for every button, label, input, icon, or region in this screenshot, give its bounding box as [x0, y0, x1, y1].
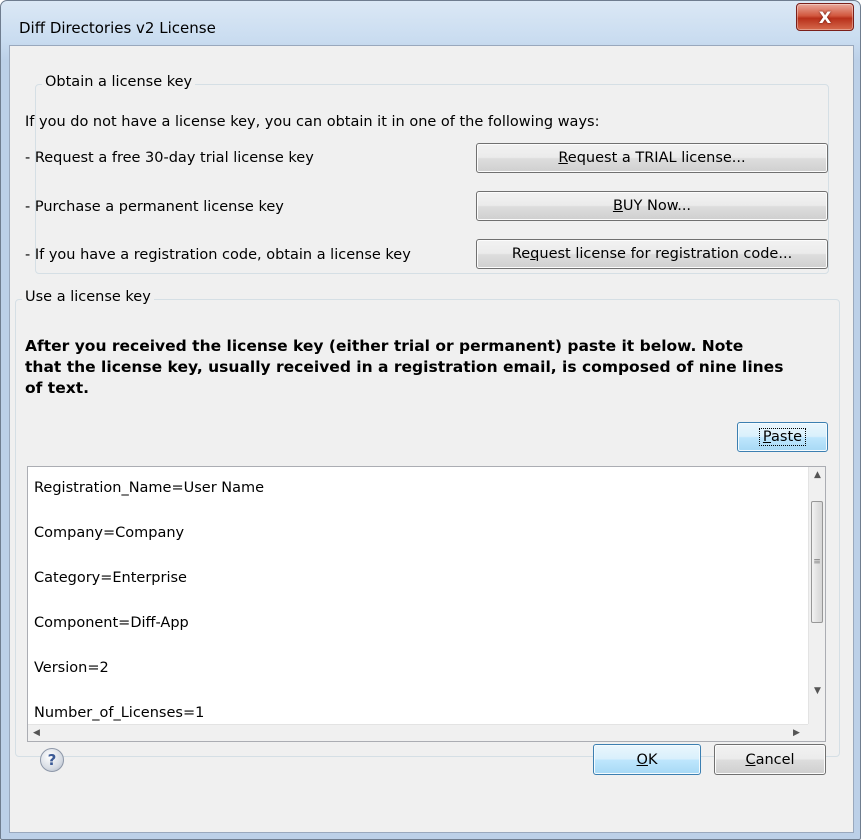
close-icon: X — [818, 7, 832, 27]
ok-button[interactable]: OK — [593, 744, 701, 775]
window-title: Diff Directories v2 License — [19, 19, 216, 37]
trial-option-label: - Request a free 30-day trial license ke… — [25, 150, 314, 166]
obtain-intro-text: If you do not have a license key, you ca… — [25, 114, 600, 130]
request-trial-license-button[interactable]: Request a TRIAL license... — [476, 143, 828, 173]
scroll-right-arrow-icon[interactable]: ▶ — [788, 725, 805, 741]
license-line: Company=Company — [34, 525, 185, 541]
license-instructions-line-1: After you received the license key (eith… — [25, 337, 744, 355]
request-trial-button-label: Request a TRIAL license... — [558, 150, 746, 166]
license-dialog-window: Diff Directories v2 License X Obtain a l… — [0, 0, 861, 840]
request-license-for-registration-code-button[interactable]: Request license for registration code... — [476, 239, 828, 269]
registration-option-label: - If you have a registration code, obtai… — [25, 247, 411, 263]
registration-code-button-label: Request license for registration code... — [511, 246, 793, 262]
license-instructions-line-3: of text. — [25, 379, 90, 397]
purchase-option-label: - Purchase a permanent license key — [25, 199, 284, 215]
scrollbar-corner — [808, 724, 825, 741]
vertical-scrollbar[interactable]: ▲ ≡ ▼ — [808, 467, 825, 725]
scroll-down-arrow-icon[interactable]: ▼ — [809, 683, 825, 700]
buy-now-button-label: BUY Now... — [612, 198, 692, 214]
paste-button-label: Paste — [758, 428, 807, 446]
license-line: Registration_Name=User Name — [34, 480, 265, 496]
cancel-button[interactable]: Cancel — [714, 744, 826, 775]
scroll-left-arrow-icon[interactable]: ◀ — [28, 725, 45, 741]
dialog-client-area: Obtain a license key If you do not have … — [9, 45, 854, 833]
license-key-textarea[interactable]: Registration_Name=User Name Company=Comp… — [27, 466, 826, 742]
vertical-scroll-thumb[interactable]: ≡ — [811, 501, 823, 623]
paste-button[interactable]: Paste — [737, 422, 828, 452]
ok-button-label: OK — [636, 751, 658, 768]
help-icon[interactable]: ? — [40, 748, 64, 772]
cancel-button-label: Cancel — [745, 751, 795, 768]
use-license-legend: Use a license key — [22, 289, 154, 305]
scroll-up-arrow-icon[interactable]: ▲ — [809, 467, 825, 484]
license-line: Category=Enterprise — [34, 570, 187, 586]
license-instructions-line-2: that the license key, usually received i… — [25, 358, 784, 376]
grip-icon: ≡ — [813, 556, 821, 567]
buy-now-button[interactable]: BUY Now... — [476, 191, 828, 221]
license-line: Version=2 — [34, 660, 109, 676]
title-bar[interactable]: Diff Directories v2 License X — [1, 1, 860, 45]
license-line: Number_of_Licenses=1 — [34, 705, 205, 721]
obtain-license-legend: Obtain a license key — [42, 74, 196, 90]
close-button[interactable]: X — [796, 3, 854, 31]
horizontal-scrollbar[interactable]: ◀ ▶ — [28, 724, 808, 741]
license-line: Component=Diff-App — [34, 615, 189, 631]
